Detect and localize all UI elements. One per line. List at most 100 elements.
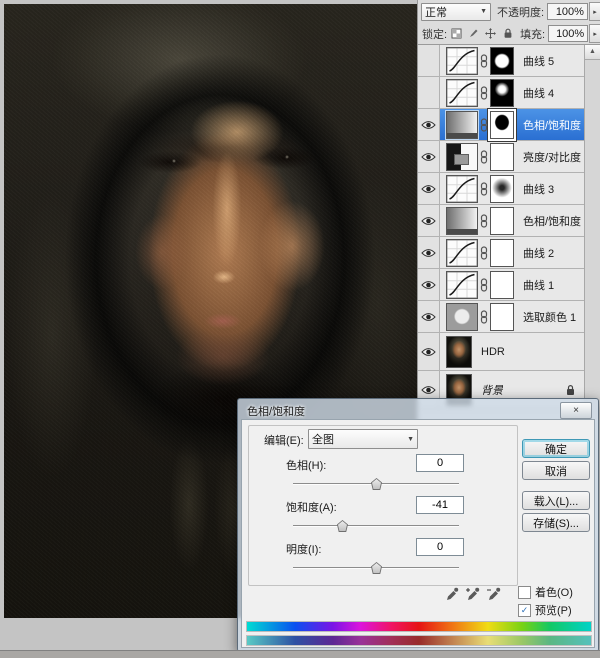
edit-channel-select[interactable]: 全图 ▼ bbox=[308, 429, 418, 449]
layer-thumbnail[interactable] bbox=[446, 207, 478, 235]
layer-visibility-toggle[interactable] bbox=[418, 45, 440, 76]
hue-label: 色相(H): bbox=[286, 457, 326, 473]
eye-icon bbox=[421, 248, 436, 258]
layer-row-body[interactable]: 选取颜色 1 bbox=[440, 301, 584, 332]
load-button[interactable]: 载入(L)... bbox=[522, 491, 590, 510]
layer-mask-thumbnail[interactable] bbox=[490, 47, 514, 75]
eyedropper-plus-icon[interactable] bbox=[465, 586, 481, 602]
layer-visibility-toggle[interactable] bbox=[418, 301, 440, 332]
lightness-input[interactable] bbox=[416, 538, 464, 556]
hue-slider[interactable] bbox=[293, 478, 459, 490]
lock-paint-brush-icon[interactable] bbox=[467, 27, 480, 40]
link-icon bbox=[480, 246, 488, 260]
layer-row-body[interactable]: 色相/饱和度 1 bbox=[440, 205, 584, 236]
layer-thumbnail[interactable] bbox=[446, 175, 478, 203]
layer-thumbnail[interactable] bbox=[446, 47, 478, 75]
layer-row[interactable]: 选取颜色 1 bbox=[418, 301, 584, 333]
link-icon bbox=[480, 118, 488, 132]
layer-row-body[interactable]: 曲线 2 bbox=[440, 237, 584, 268]
hue-slider-handle[interactable] bbox=[371, 478, 382, 490]
layer-row-body[interactable]: HDR bbox=[440, 333, 584, 370]
cancel-button[interactable]: 取消 bbox=[522, 461, 590, 480]
hue-spectrum-after-bar bbox=[246, 635, 592, 646]
layer-row[interactable]: 曲线 4 bbox=[418, 77, 584, 109]
layer-mask-thumbnail[interactable] bbox=[490, 303, 514, 331]
layer-row[interactable]: HDR bbox=[418, 333, 584, 371]
lock-transparency-icon[interactable] bbox=[450, 27, 463, 40]
layer-visibility-toggle[interactable] bbox=[418, 333, 440, 370]
layer-row-body[interactable]: 亮度/对比度 1 bbox=[440, 141, 584, 172]
curves-thumbnail-icon bbox=[447, 48, 477, 74]
layer-row-body[interactable]: 曲线 3 bbox=[440, 173, 584, 204]
lightness-slider[interactable] bbox=[293, 562, 459, 574]
saturation-slider-handle[interactable] bbox=[337, 520, 348, 532]
hue-input[interactable] bbox=[416, 454, 464, 472]
slider-track bbox=[293, 525, 459, 527]
saturation-label: 饱和度(A): bbox=[286, 499, 337, 515]
chevron-down-icon: ▼ bbox=[480, 8, 487, 15]
lightness-slider-handle[interactable] bbox=[371, 562, 382, 574]
layer-mask-thumbnail[interactable] bbox=[490, 175, 514, 203]
layer-row[interactable]: 曲线 3 bbox=[418, 173, 584, 205]
fill-slider-arrow-icon[interactable]: ▸ bbox=[589, 24, 600, 43]
hue-saturation-thumbnail-icon bbox=[447, 208, 477, 234]
layer-thumbnail[interactable] bbox=[446, 143, 478, 171]
layer-visibility-toggle[interactable] bbox=[418, 269, 440, 300]
scroll-up-icon[interactable]: ▲ bbox=[585, 45, 600, 60]
selective-color-thumbnail-icon bbox=[447, 304, 477, 330]
fill-input[interactable]: 100% bbox=[548, 25, 588, 42]
layer-visibility-toggle[interactable] bbox=[418, 173, 440, 204]
eyedropper-minus-icon[interactable] bbox=[486, 586, 502, 602]
preview-checkbox-row[interactable]: ✓ 预览(P) bbox=[518, 602, 572, 618]
layer-thumbnail[interactable] bbox=[446, 239, 478, 267]
saturation-slider[interactable] bbox=[293, 520, 459, 532]
link-icon bbox=[480, 54, 488, 68]
layer-visibility-toggle[interactable] bbox=[418, 237, 440, 268]
lock-all-icon[interactable] bbox=[501, 27, 514, 40]
curves-thumbnail-icon bbox=[447, 240, 477, 266]
link-icon bbox=[480, 150, 488, 164]
layer-name: 曲线 5 bbox=[523, 53, 554, 69]
layer-row[interactable]: 曲线 5 bbox=[418, 45, 584, 77]
layer-row-body[interactable]: 曲线 1 bbox=[440, 269, 584, 300]
layer-thumbnail[interactable] bbox=[446, 79, 478, 107]
ok-button[interactable]: 确定 bbox=[522, 439, 590, 458]
preview-checkbox[interactable]: ✓ bbox=[518, 604, 531, 617]
colorize-checkbox[interactable] bbox=[518, 586, 531, 599]
layer-thumbnail[interactable] bbox=[446, 271, 478, 299]
eye-icon bbox=[421, 184, 436, 194]
layer-thumbnail[interactable] bbox=[446, 303, 478, 331]
lock-position-move-icon[interactable] bbox=[484, 27, 497, 40]
layer-row-body[interactable]: 色相/饱和度 2 bbox=[440, 109, 584, 140]
layer-mask-thumbnail[interactable] bbox=[490, 143, 514, 171]
hue-saturation-dialog: 色相/饱和度 × 编辑(E): 全图 ▼ 色相(H): 饱和度(A): 明度(I… bbox=[237, 398, 599, 652]
layer-row-body[interactable]: 曲线 4 bbox=[440, 77, 584, 108]
layer-mask-thumbnail[interactable] bbox=[490, 207, 514, 235]
layer-row[interactable]: 色相/饱和度 2 bbox=[418, 109, 584, 141]
layer-mask-thumbnail[interactable] bbox=[490, 111, 514, 139]
layer-thumbnail[interactable] bbox=[446, 336, 472, 368]
blend-mode-select[interactable]: 正常 ▼ bbox=[421, 3, 491, 21]
layer-mask-thumbnail[interactable] bbox=[490, 239, 514, 267]
layer-visibility-toggle[interactable] bbox=[418, 141, 440, 172]
layer-row[interactable]: 色相/饱和度 1 bbox=[418, 205, 584, 237]
save-button[interactable]: 存储(S)... bbox=[522, 513, 590, 532]
close-icon[interactable]: × bbox=[560, 402, 592, 419]
curves-thumbnail-icon bbox=[447, 80, 477, 106]
layer-row[interactable]: 亮度/对比度 1 bbox=[418, 141, 584, 173]
layer-visibility-toggle[interactable] bbox=[418, 109, 440, 140]
eye-icon bbox=[421, 120, 436, 130]
colorize-checkbox-row[interactable]: 着色(O) bbox=[518, 584, 573, 600]
eyedropper-icon[interactable] bbox=[444, 586, 460, 602]
layer-row-body[interactable]: 曲线 5 bbox=[440, 45, 584, 76]
opacity-slider-arrow-icon[interactable]: ▸ bbox=[589, 2, 600, 21]
opacity-input[interactable]: 100% bbox=[547, 3, 588, 20]
layer-visibility-toggle[interactable] bbox=[418, 77, 440, 108]
layer-thumbnail[interactable] bbox=[446, 111, 478, 139]
layer-row[interactable]: 曲线 2 bbox=[418, 237, 584, 269]
layer-mask-thumbnail[interactable] bbox=[490, 79, 514, 107]
layer-mask-thumbnail[interactable] bbox=[490, 271, 514, 299]
layer-row[interactable]: 曲线 1 bbox=[418, 269, 584, 301]
layer-visibility-toggle[interactable] bbox=[418, 205, 440, 236]
saturation-input[interactable] bbox=[416, 496, 464, 514]
